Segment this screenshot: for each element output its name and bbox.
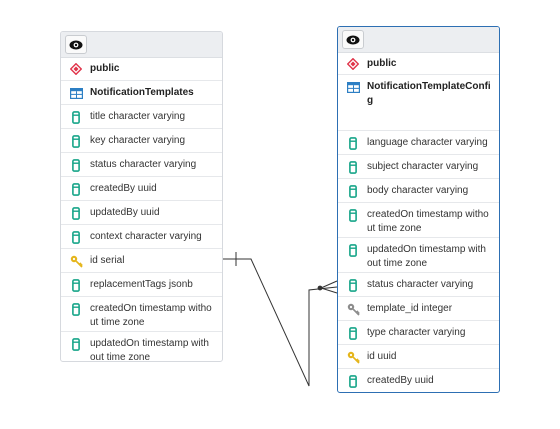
relation-path[interactable]: [223, 258, 338, 387]
relationship-line[interactable]: [0, 0, 560, 429]
crowfoot-lower: [320, 287, 338, 294]
